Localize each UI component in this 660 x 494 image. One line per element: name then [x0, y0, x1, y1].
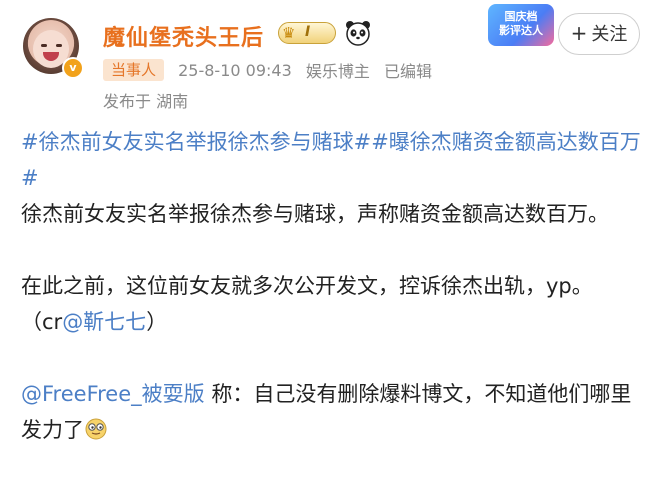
- post-location: 发布于 湖南: [103, 92, 189, 111]
- author-type: 娱乐博主: [305, 62, 370, 81]
- hashtag-line[interactable]: #徐杰前女友实名举报徐杰参与赌球##曝徐杰赌资金额高达数百万#: [21, 124, 641, 196]
- doge-emoji-icon: [85, 418, 107, 440]
- avatar-eye: [56, 44, 62, 47]
- post-body: #徐杰前女友实名举报徐杰参与赌球##曝徐杰赌资金额高达数百万# 徐杰前女友实名举…: [21, 124, 641, 448]
- mention-link[interactable]: @FreeFree_被耍版: [21, 382, 205, 406]
- paragraph-text: ）: [146, 310, 168, 334]
- post-timestamp: 25-8-10 09:43: [178, 60, 292, 80]
- verified-badge-icon: v: [62, 57, 84, 79]
- panda-icon: [346, 21, 370, 46]
- promo-badge[interactable]: 国庆档 影评达人: [488, 4, 554, 46]
- hashtag-link[interactable]: #徐杰前女友实名举报徐杰参与赌球##曝徐杰赌资金额高达数百万#: [21, 130, 641, 190]
- plus-icon: +: [570, 21, 588, 45]
- vip-level-text: I: [305, 24, 311, 40]
- paragraph: 徐杰前女友实名举报徐杰参与赌球，声称赌资金额高达数百万。: [21, 202, 609, 226]
- role-tag: 当事人: [103, 59, 165, 81]
- post-header: v 魔仙堡秃头王后 ♛ I 国庆档 影评达人 + 关注 当事人 25-8-10 0…: [0, 0, 660, 120]
- promo-badge-line: 国庆档: [504, 10, 538, 23]
- crown-icon: ♛: [282, 24, 296, 42]
- avatar-eye: [41, 44, 47, 47]
- promo-badge-line: 影评达人: [499, 24, 543, 37]
- follow-button[interactable]: + 关注: [558, 13, 640, 55]
- mention-link[interactable]: @靳七七: [62, 310, 146, 334]
- vip-level-badge[interactable]: ♛ I: [278, 22, 336, 44]
- author-name[interactable]: 魔仙堡秃头王后: [103, 20, 264, 52]
- follow-button-label: 关注: [591, 24, 628, 45]
- paragraph: @FreeFree_被耍版 称：自己没有删除爆料博文，不知道他们哪里发力了: [21, 376, 641, 448]
- paragraph: 在此之前，这位前女友就多次公开发文，控诉徐杰出轨，yp。（cr@靳七七）: [21, 268, 641, 340]
- edited-label: 已编辑: [383, 62, 432, 81]
- post-meta: 当事人 25-8-10 09:43 娱乐博主 已编辑: [103, 58, 432, 84]
